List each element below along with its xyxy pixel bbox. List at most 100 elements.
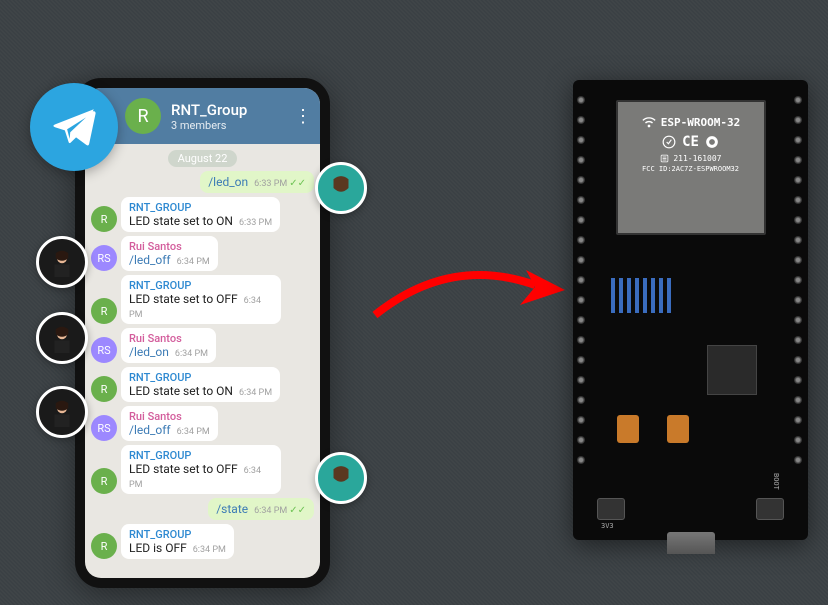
group-avatar[interactable]: R (125, 98, 161, 134)
date-pill: August 22 (168, 150, 238, 167)
message-bubble[interactable]: RNT_GROUPLED state set to OFF6:34 PM (121, 275, 281, 324)
header-pin (577, 256, 585, 264)
menu-icon[interactable]: ⋮ (294, 106, 312, 127)
header-pin (577, 356, 585, 364)
header-pin (794, 456, 802, 464)
header-pin (577, 336, 585, 344)
telegram-icon (30, 83, 118, 171)
header-pin (577, 96, 585, 104)
header-pin (577, 216, 585, 224)
sender-avatar[interactable]: R (91, 206, 117, 232)
message-row[interactable]: RRNT_GROUPLED state set to OFF6:34 PM (91, 275, 314, 324)
header-pin (577, 396, 585, 404)
message-time: 6:34 PM (239, 388, 272, 398)
mcu-chip (707, 345, 757, 395)
header-pin (577, 316, 585, 324)
header-pin (577, 136, 585, 144)
message-bubble[interactable]: RNT_GROUPLED state set to ON6:34 PM (121, 367, 280, 402)
sender-name: Rui Santos (129, 240, 210, 253)
header-pin (794, 436, 802, 444)
header-pin (794, 276, 802, 284)
message-bubble[interactable]: Rui Santos/led_on6:34 PM (121, 328, 216, 363)
message-time: 6:34 PM (175, 349, 208, 359)
message-text: LED state set to ON (129, 384, 233, 398)
message-text: /led_on (208, 175, 248, 189)
header-pin (794, 396, 802, 404)
message-row[interactable]: RRNT_GROUPLED is OFF6:34 PM (91, 524, 314, 559)
message-row[interactable]: RSRui Santos/led_on6:34 PM (91, 328, 314, 363)
header-pin (794, 296, 802, 304)
sender-avatar[interactable]: RS (91, 245, 117, 271)
chat-header: ← R RNT_Group 3 members ⋮ (85, 88, 320, 144)
wroom-module: ESP-WROOM-32 CE 211-161007 FCC ID:2AC7Z-… (616, 100, 766, 235)
user-avatar-female (315, 452, 367, 504)
header-pin (794, 416, 802, 424)
header-pin (577, 296, 585, 304)
sender-name: Rui Santos (129, 410, 210, 423)
sender-avatar[interactable]: R (91, 468, 117, 494)
message-bubble[interactable]: Rui Santos/led_off 6:34 PM (121, 236, 218, 271)
message-text: LED state set to OFF (129, 462, 238, 476)
user-avatar-male (36, 236, 88, 288)
message-row[interactable]: RRNT_GROUPLED state set to OFF6:34 PM (91, 445, 314, 494)
header-pin (794, 116, 802, 124)
message-bubble[interactable]: RNT_GROUPLED state set to OFF6:34 PM (121, 445, 281, 494)
sender-avatar[interactable]: R (91, 298, 117, 324)
message-bubble[interactable]: /led_on6:33 PM✓✓ (200, 171, 314, 193)
message-text: /led_off (129, 423, 171, 437)
header-pin (577, 456, 585, 464)
chat-subtitle: 3 members (171, 119, 294, 132)
message-time: 6:33 PM (239, 218, 272, 228)
message-time: 6:34 PM (177, 257, 210, 267)
read-check-icon: ✓✓ (289, 178, 306, 189)
message-time: 6:34 PM (254, 506, 287, 516)
header-pin (794, 136, 802, 144)
sender-avatar[interactable]: R (91, 533, 117, 559)
message-bubble[interactable]: Rui Santos/led_off6:34 PM (121, 406, 218, 441)
message-bubble[interactable]: RNT_GROUPLED is OFF6:34 PM (121, 524, 234, 559)
message-row[interactable]: /led_on6:33 PM✓✓ (91, 171, 314, 193)
message-bubble[interactable]: /state6:34 PM✓✓ (208, 498, 314, 520)
message-row[interactable]: /state6:34 PM✓✓ (91, 498, 314, 520)
message-row[interactable]: R RNT_GROUPLED state set to ON 6:33 PM (91, 197, 314, 232)
sender-avatar[interactable]: RS (91, 415, 117, 441)
sender-name: RNT_GROUP (129, 279, 273, 292)
message-row[interactable]: RS Rui Santos/led_off 6:34 PM (91, 236, 314, 271)
boot-button[interactable] (756, 498, 784, 520)
user-avatar-male (36, 386, 88, 438)
header-pin (577, 236, 585, 244)
message-list[interactable]: /led_on6:33 PM✓✓RRNT_GROUPLED state set … (85, 169, 320, 578)
header-pin (577, 196, 585, 204)
header-pin (794, 236, 802, 244)
telegram-screen: ← R RNT_Group 3 members ⋮ August 22 /led… (85, 88, 320, 578)
message-text: /led_off (129, 253, 171, 267)
sender-avatar[interactable]: R (91, 376, 117, 402)
header-pin (577, 116, 585, 124)
sender-name: RNT_GROUP (129, 449, 273, 462)
header-pin (577, 276, 585, 284)
chat-title[interactable]: RNT_Group (171, 101, 294, 119)
header-pin (794, 96, 802, 104)
message-bubble[interactable]: RNT_GROUPLED state set to ON 6:33 PM (121, 197, 280, 232)
header-pin (577, 156, 585, 164)
message-time: 6:34 PM (193, 545, 226, 555)
message-row[interactable]: RRNT_GROUPLED state set to ON6:34 PM (91, 367, 314, 402)
phone-frame: ← R RNT_Group 3 members ⋮ August 22 /led… (75, 78, 330, 588)
header-pin (794, 356, 802, 364)
arrow-icon (370, 260, 570, 320)
header-pin (577, 416, 585, 424)
message-text: LED state set to OFF (129, 292, 238, 306)
sender-avatar[interactable]: RS (91, 337, 117, 363)
en-button[interactable] (597, 498, 625, 520)
header-pin (577, 436, 585, 444)
sender-name: RNT_GROUP (129, 201, 272, 214)
header-pin (577, 376, 585, 384)
message-text: LED state set to ON (129, 214, 233, 228)
esp32-board: ESP-WROOM-32 CE 211-161007 FCC ID:2AC7Z-… (573, 80, 808, 540)
header-pin (794, 316, 802, 324)
header-pin (794, 336, 802, 344)
message-row[interactable]: RSRui Santos/led_off6:34 PM (91, 406, 314, 441)
header-pin (794, 176, 802, 184)
user-avatar-male (36, 312, 88, 364)
header-pin (794, 376, 802, 384)
